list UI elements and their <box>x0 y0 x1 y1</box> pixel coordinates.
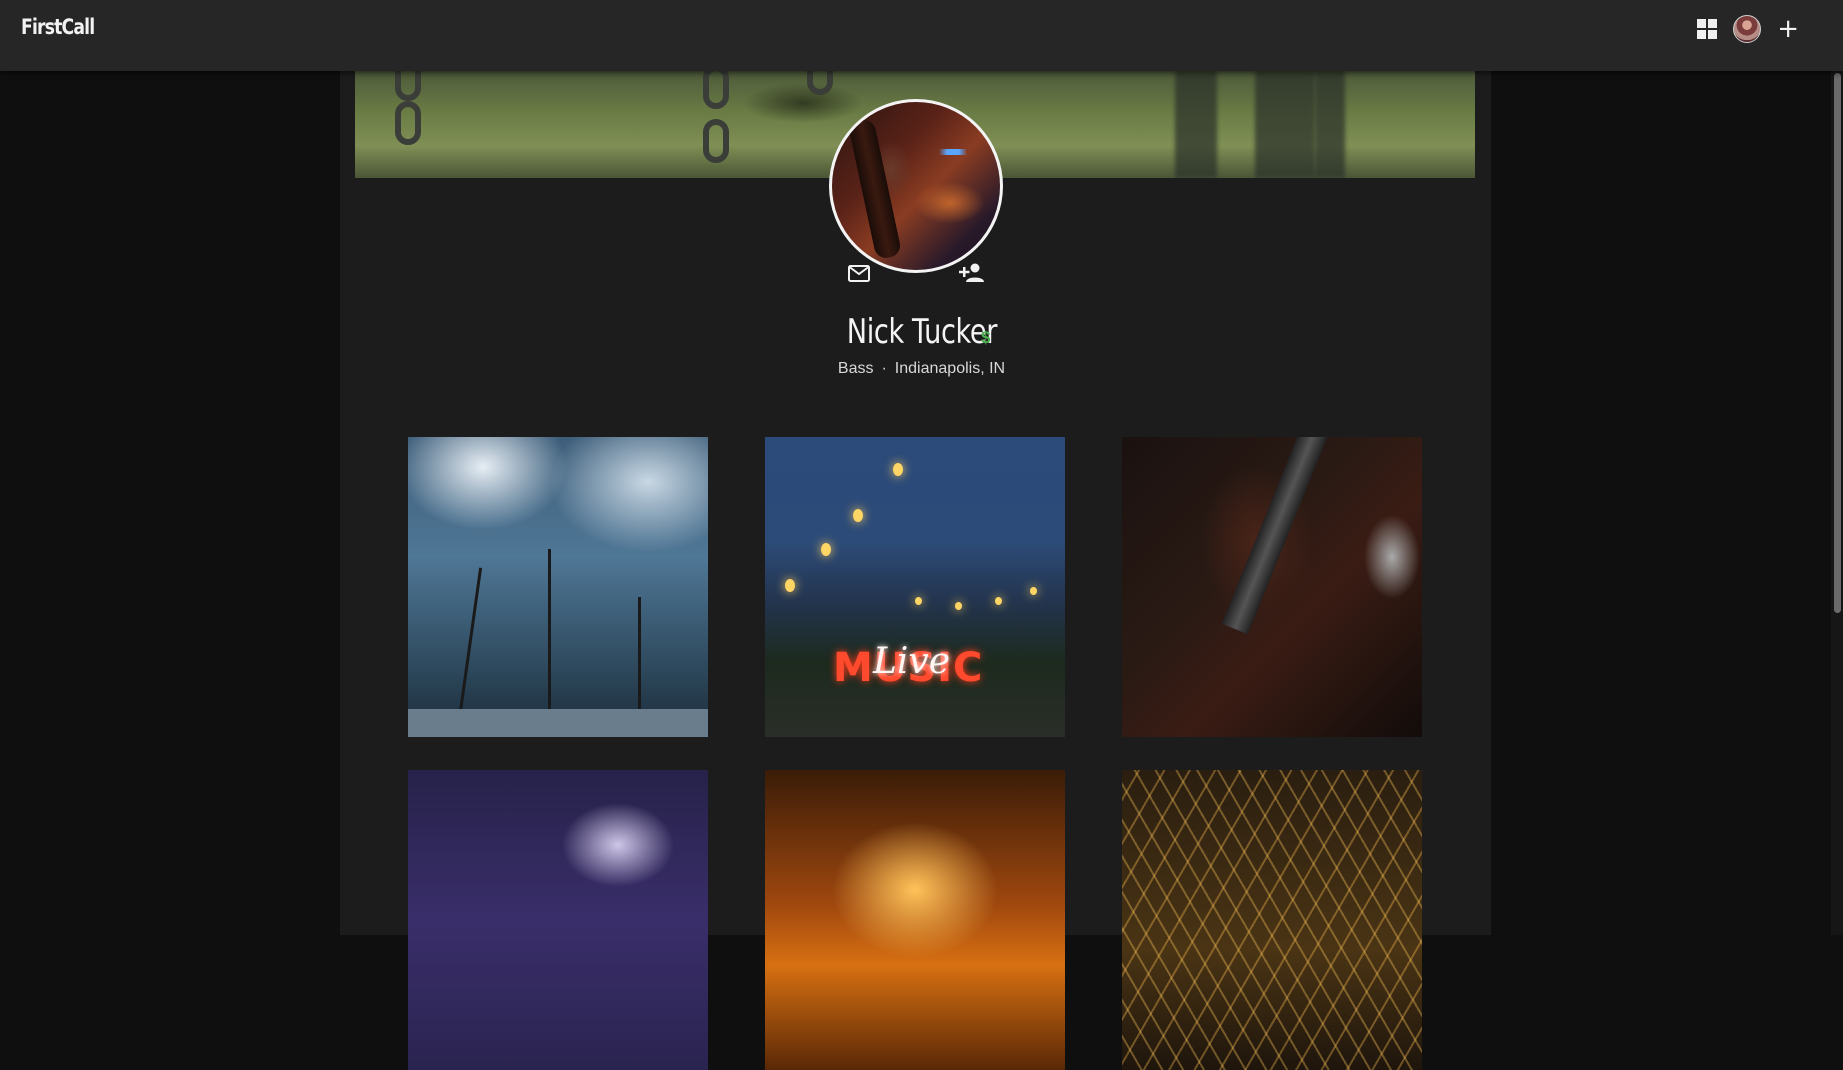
dashboard-icon[interactable] <box>1697 19 1718 39</box>
mail-icon[interactable] <box>848 265 870 282</box>
cover-shape <box>1255 71 1315 178</box>
cover-chain <box>395 101 421 145</box>
app-logo[interactable]: FirstCall <box>21 15 95 39</box>
gallery-image-stage-lights[interactable] <box>1122 770 1422 1070</box>
string-light <box>853 509 863 522</box>
profile-location: Indianapolis, IN <box>894 360 1006 377</box>
guitar-neck <box>1221 437 1331 635</box>
stage-floor <box>408 709 708 737</box>
photo-gallery: MUSIC Live <box>408 437 1424 1070</box>
string-light <box>1030 587 1037 595</box>
neon-sign-live: Live <box>873 641 951 682</box>
top-actions: + <box>1697 15 1799 43</box>
profile-subtitle: Bass · Indianapolis, IN <box>0 360 1843 378</box>
profile-avatar[interactable] <box>829 99 1003 273</box>
string-light <box>955 602 962 610</box>
cover-chain <box>703 119 729 163</box>
cover-chain <box>703 71 729 109</box>
gallery-image-bass-guitar[interactable] <box>1122 437 1422 737</box>
cover-chain <box>395 71 421 101</box>
string-light <box>915 597 922 605</box>
avatar-bass <box>847 117 903 260</box>
string-light <box>785 579 795 592</box>
avatar-lights <box>932 149 973 156</box>
string-light <box>821 543 831 556</box>
top-nav-bar: FirstCall + <box>0 0 1843 71</box>
page-scrollbar[interactable] <box>1831 71 1843 935</box>
gallery-image-crowd[interactable] <box>765 770 1065 1070</box>
string-light <box>995 597 1002 605</box>
add-person-icon[interactable] <box>959 263 984 283</box>
cover-shape <box>1315 71 1345 178</box>
plus-icon[interactable]: + <box>1777 16 1799 42</box>
cover-chain <box>807 71 833 95</box>
cover-shape <box>1175 71 1217 178</box>
gallery-image-stage[interactable] <box>408 437 708 737</box>
profile-name: Nick Tucker <box>846 312 997 352</box>
separator-dot: · <box>881 360 887 377</box>
gallery-image-live-music[interactable]: MUSIC Live <box>765 437 1065 737</box>
mic-stand <box>456 567 483 727</box>
scrollbar-thumb[interactable] <box>1834 73 1841 613</box>
mic-stand <box>638 597 641 727</box>
paid-badge: $ <box>981 328 991 347</box>
profile-instrument: Bass <box>837 360 874 377</box>
profile-name-row: Nick Tucker <box>0 312 1843 352</box>
user-avatar[interactable] <box>1733 15 1762 43</box>
gallery-image-amplifier[interactable] <box>408 770 708 1070</box>
string-light <box>893 463 903 476</box>
